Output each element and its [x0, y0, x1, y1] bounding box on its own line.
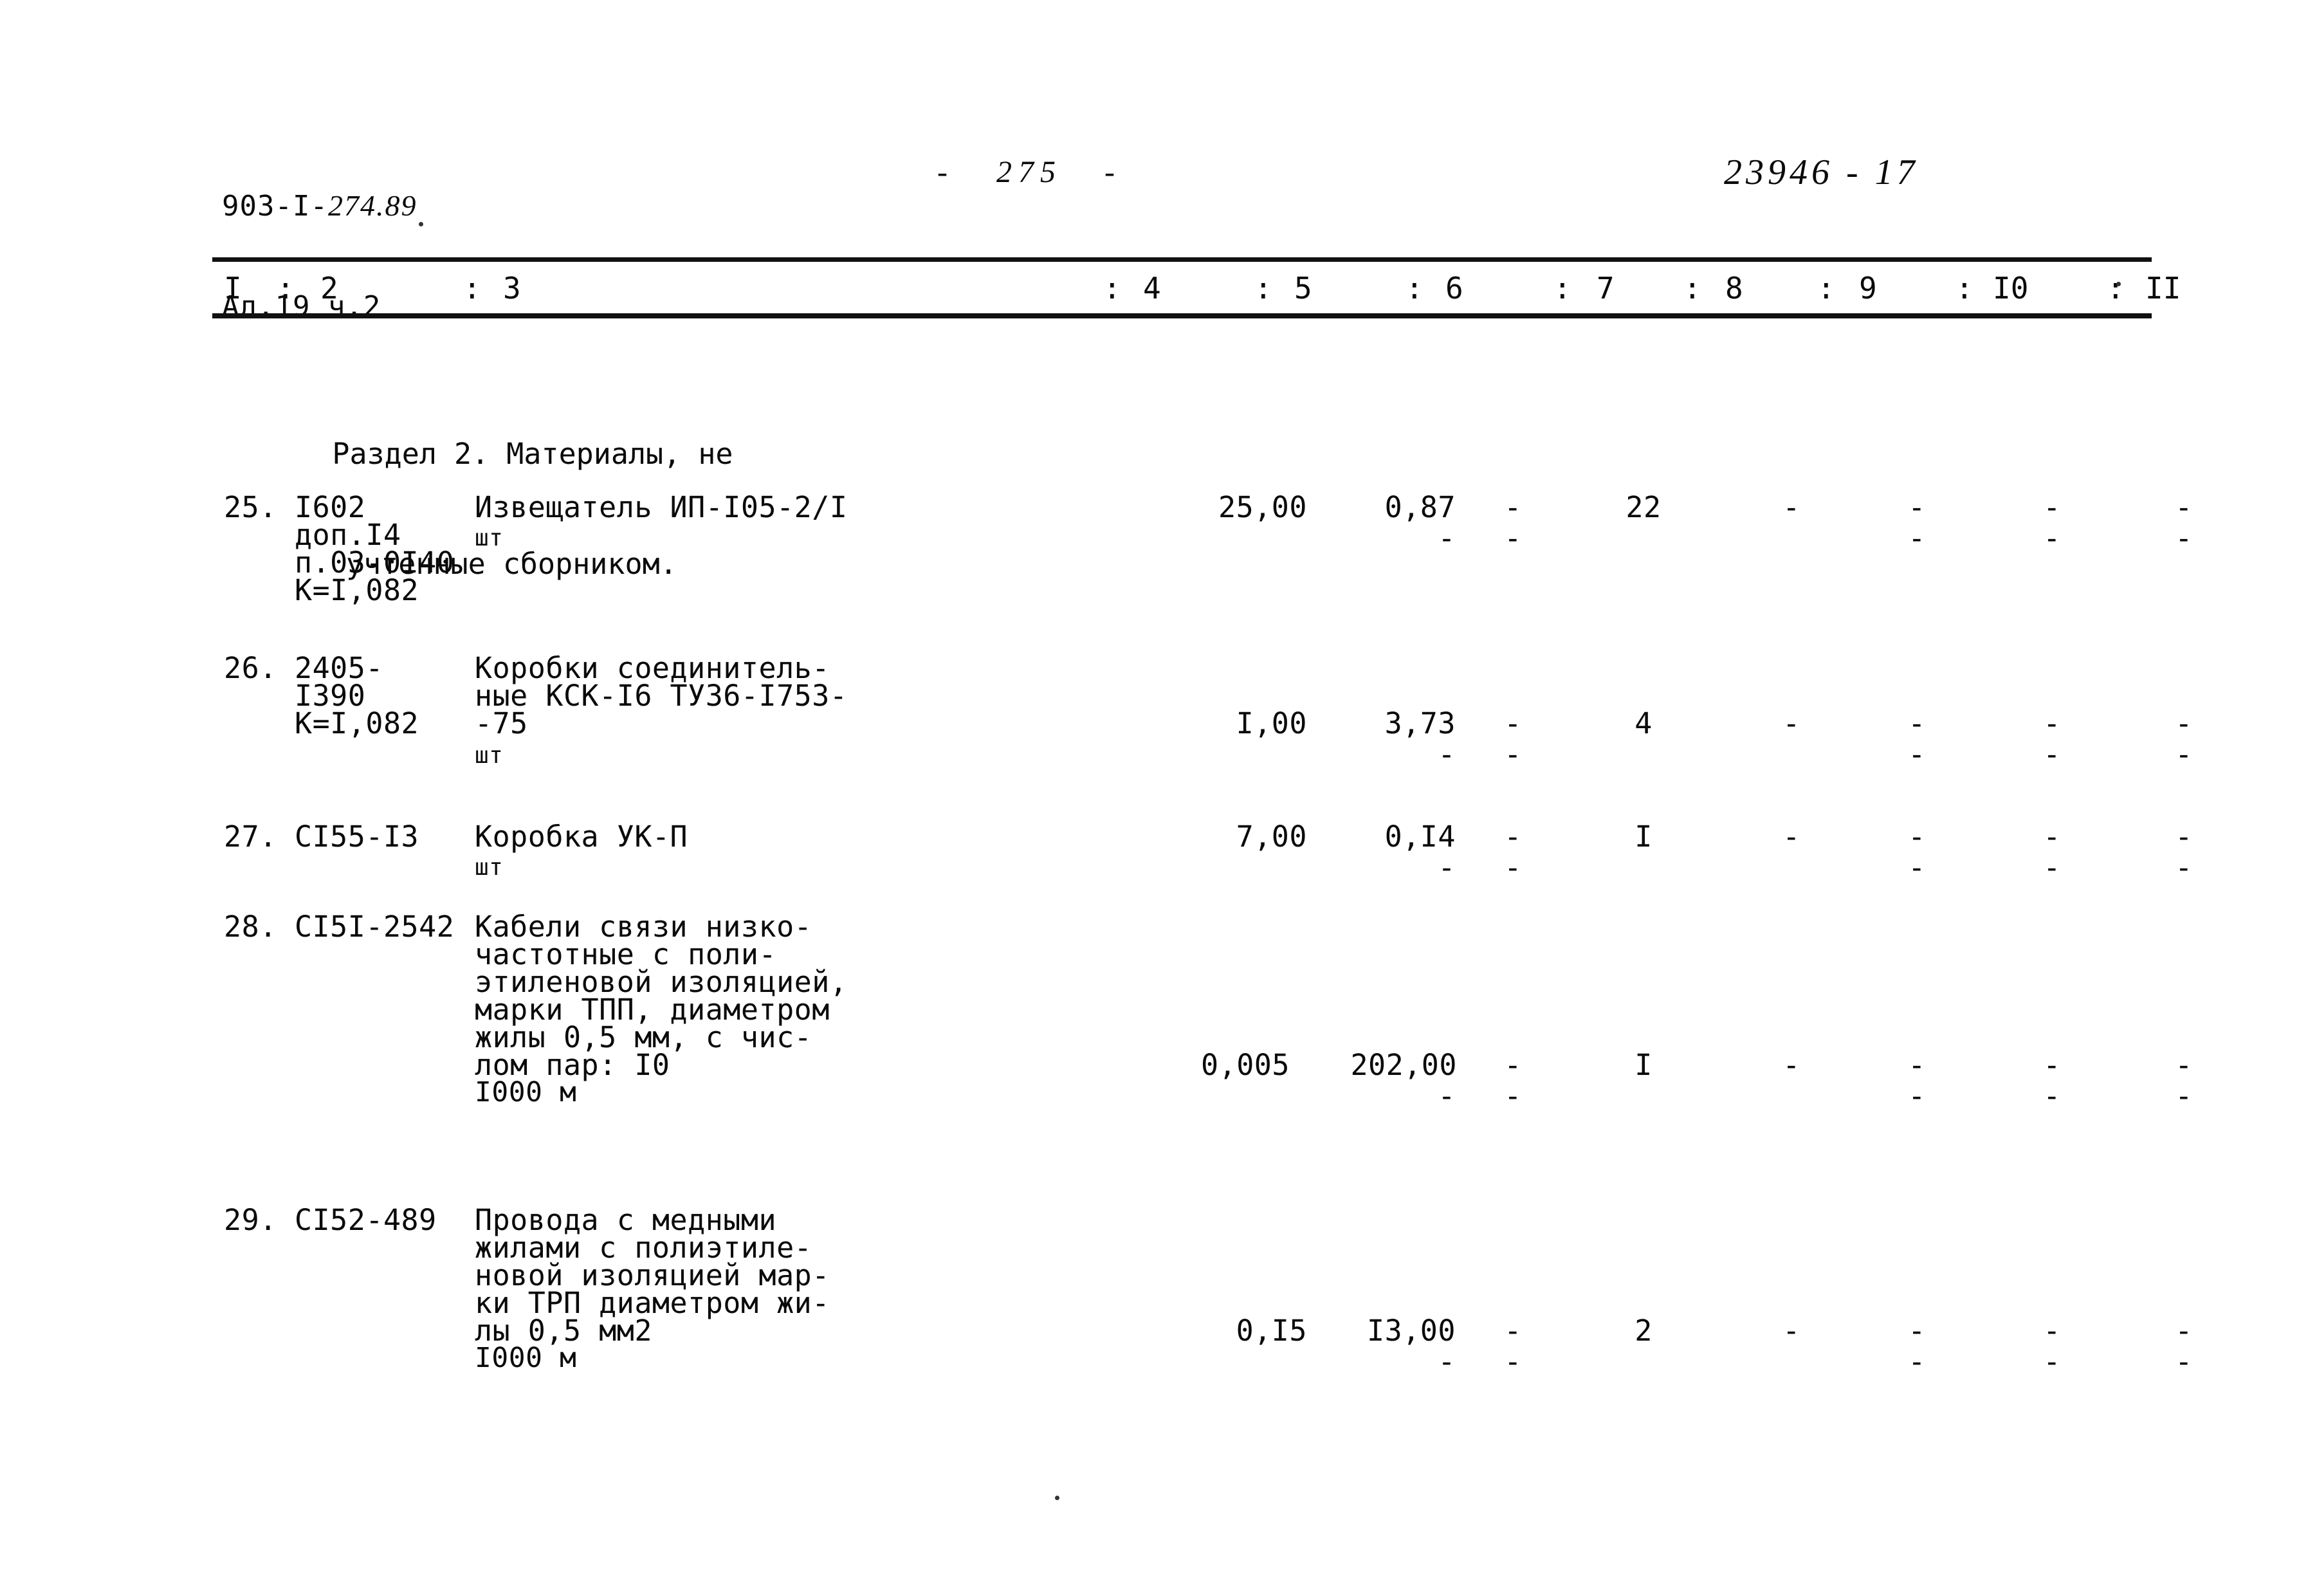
row-col9-value-2: - — [1908, 737, 1926, 771]
table-rule-top — [212, 257, 2152, 262]
scan-speck — [419, 222, 423, 226]
row-number: 27. — [224, 820, 277, 854]
column-number-1: I — [224, 271, 242, 306]
column-number-7: 7 — [1597, 271, 1615, 306]
row-col9-value-2: - — [1908, 1079, 1926, 1113]
column-number-9: 9 — [1859, 271, 1877, 306]
row-col8-value: - — [1782, 1048, 1800, 1082]
column-sep-4: : — [1254, 271, 1272, 306]
row-col4-value: 0,I5 — [1236, 1314, 1307, 1348]
row-col6-value-2: - — [1504, 1079, 1522, 1113]
row-number: 29. — [224, 1203, 277, 1237]
row-col7-value: 22 — [1626, 490, 1662, 524]
row-col6-value-2: - — [1504, 1344, 1522, 1379]
scan-speck — [2116, 282, 2121, 286]
document-header-left: 903-I-274.89 Ал.19 ч.2 — [222, 122, 417, 390]
column-sep-1: : — [277, 271, 295, 306]
row-col7-value: I — [1635, 1048, 1653, 1082]
row-code-line: CI5I-2542 — [295, 910, 455, 944]
row-code-line: К=I,082 — [295, 573, 419, 607]
column-number-row: I : 2 : 3 : 4 : 5 : 6 : 7 : 8 : 9 : I0 :… — [212, 265, 2181, 311]
column-sep-3: : — [1103, 271, 1121, 306]
row-col5-value-2: - — [1438, 850, 1456, 885]
row-col11-value-2: - — [2175, 521, 2193, 555]
column-sep-10: : — [2107, 271, 2125, 306]
scanned-page: 903-I-274.89 Ал.19 ч.2 - 275 - 23946 - 1… — [0, 0, 2317, 1596]
row-description-line: Извещатель ИП-I05-2/I — [475, 490, 848, 524]
column-sep-7: : — [1683, 271, 1701, 306]
row-col10-value-2: - — [2043, 521, 2061, 555]
table-row: 28. CI5I-2542 Кабели связи низко- частот… — [212, 908, 2192, 1159]
row-col7-value: 4 — [1635, 706, 1653, 740]
row-number: 26. — [224, 651, 277, 685]
row-col7-value: I — [1635, 820, 1653, 854]
row-col5-value-2: - — [1438, 521, 1456, 555]
row-col8-value: - — [1782, 706, 1800, 740]
row-number: 25. — [224, 490, 277, 524]
column-number-5: 5 — [1294, 271, 1312, 306]
column-sep-8: : — [1817, 271, 1835, 306]
document-code-handwritten: 274.89 — [327, 189, 417, 222]
row-description-line: -75 — [475, 706, 528, 740]
column-number-2: 2 — [320, 271, 338, 306]
row-col5-value-2: - — [1438, 1079, 1456, 1113]
document-code: 903-I-274.89 — [222, 189, 417, 223]
column-sep-2: : — [463, 271, 481, 306]
row-unit: I000 м — [475, 1076, 577, 1108]
row-col9-value-2: - — [1908, 521, 1926, 555]
row-code-line: CI52-489 — [295, 1203, 437, 1237]
row-number: 28. — [224, 910, 277, 944]
table-row: 26. 2405- I390 К=I,082 Коробки соедините… — [212, 650, 2192, 785]
column-number-8: 8 — [1725, 271, 1743, 306]
row-col6-value-2: - — [1504, 737, 1522, 771]
row-unit: шт — [475, 854, 504, 881]
column-number-6: 6 — [1445, 271, 1463, 306]
row-description-line: ные КСК-I6 ТУ36-I753- — [475, 679, 848, 713]
row-code-line: CI55-I3 — [295, 820, 419, 854]
row-col8-value: - — [1782, 1314, 1800, 1348]
table-row: 25. I602 доп.I4 п.03-0I40 К=I,082 Извеща… — [212, 489, 2192, 618]
table-row: 27. CI55-I3 Коробка УК-П шт 7,00 0,I4 - … — [212, 818, 2192, 895]
column-number-3: 3 — [503, 271, 521, 306]
row-col4-value: 0,005 — [1201, 1048, 1290, 1082]
row-col10-value-2: - — [2043, 850, 2061, 885]
row-code-line: К=I,082 — [295, 706, 419, 740]
row-col11-value-2: - — [2175, 1344, 2193, 1379]
row-col6-value-2: - — [1504, 521, 1522, 555]
row-col11-value-2: - — [2175, 737, 2193, 771]
column-sep-6: : — [1553, 271, 1571, 306]
column-sep-9: : — [1955, 271, 1974, 306]
row-col7-value: 2 — [1635, 1314, 1653, 1348]
row-unit: шт — [475, 525, 504, 551]
row-col8-value: - — [1782, 820, 1800, 854]
section-heading-line-1: Раздел 2. Материалы, не — [332, 437, 733, 471]
document-code-prefix: 903-I- — [222, 190, 328, 223]
scan-speck — [1055, 1496, 1059, 1500]
row-col4-value: 25,00 — [1218, 490, 1307, 524]
row-col5-value-2: - — [1438, 1344, 1456, 1379]
row-col6-value-2: - — [1504, 850, 1522, 885]
row-col11-value-2: - — [2175, 850, 2193, 885]
column-number-4: 4 — [1143, 271, 1161, 306]
row-description-line: Коробка УК-П — [475, 820, 688, 854]
row-col10-value-2: - — [2043, 1079, 2061, 1113]
column-sep-5: : — [1406, 271, 1424, 306]
archive-stamp-code: 23946 - 17 — [1724, 152, 1919, 192]
table-row: 29. CI52-489 Провода с медными жилами с … — [212, 1202, 2192, 1427]
row-col10-value-2: - — [2043, 737, 2061, 771]
column-number-10: I0 — [1993, 271, 2029, 306]
row-unit: I000 м — [475, 1342, 577, 1374]
row-col4-value: 7,00 — [1236, 820, 1307, 854]
page-number: - 275 - — [937, 155, 1121, 189]
row-col9-value-2: - — [1908, 1344, 1926, 1379]
row-col8-value: - — [1782, 490, 1800, 524]
row-col9-value-2: - — [1908, 850, 1926, 885]
row-unit: шт — [475, 742, 504, 769]
table-rule-bottom — [212, 313, 2152, 318]
row-col11-value-2: - — [2175, 1079, 2193, 1113]
column-number-11: II — [2145, 271, 2181, 306]
row-col10-value-2: - — [2043, 1344, 2061, 1379]
row-col4-value: I,00 — [1236, 706, 1307, 740]
row-col5-value-2: - — [1438, 737, 1456, 771]
